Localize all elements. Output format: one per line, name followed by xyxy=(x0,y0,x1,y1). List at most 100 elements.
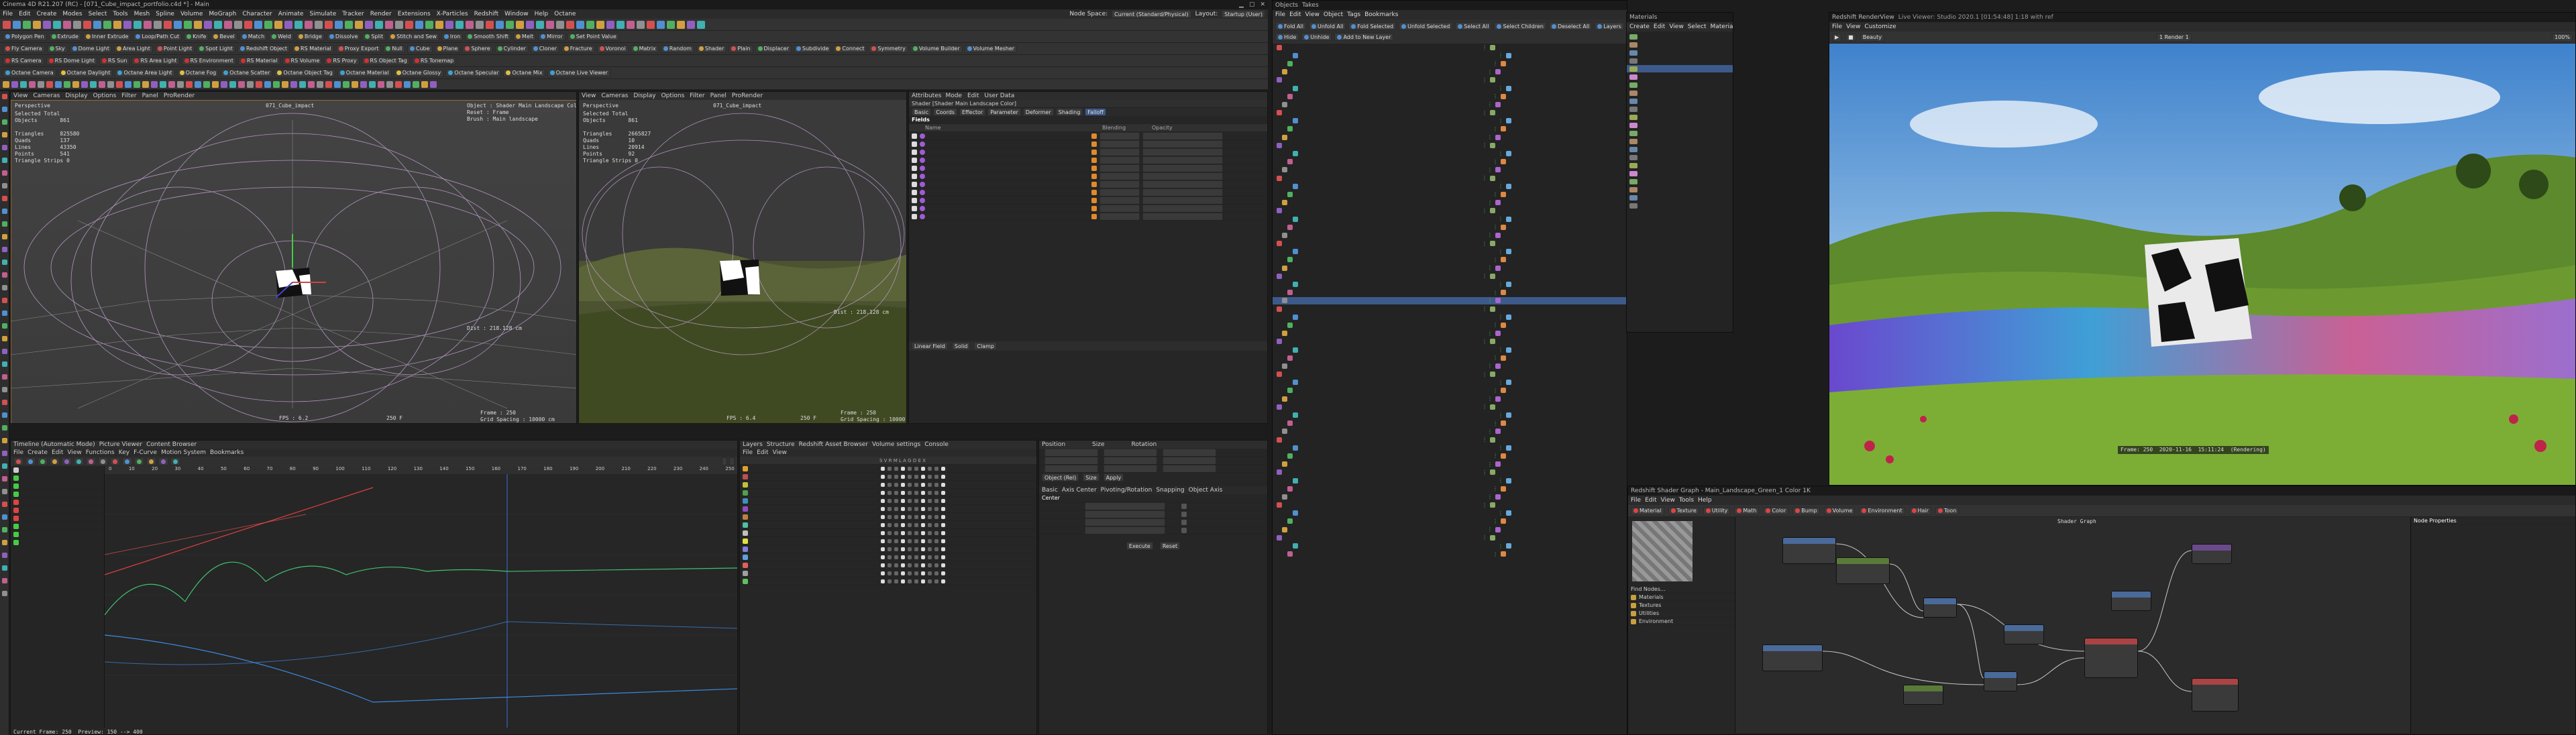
find-nodes[interactable]: Find Nodes... xyxy=(1628,585,1735,593)
field-opacity-input[interactable] xyxy=(1142,180,1223,188)
c4d-menu-item-14[interactable]: Render xyxy=(370,11,392,17)
redshift-button[interactable]: RS Area Light xyxy=(131,56,180,65)
objects-menu-item-5[interactable]: Bookmarks xyxy=(1364,11,1398,18)
modeling-button[interactable]: Extrude xyxy=(48,32,81,41)
object-row[interactable]: ⋮ xyxy=(1273,199,1627,207)
visibility-icon[interactable]: ⋮ xyxy=(1487,265,1493,271)
timeline-tab-2[interactable]: Content Browser xyxy=(146,441,197,448)
object-tag-icon[interactable] xyxy=(1501,355,1506,361)
materials-menu-item-0[interactable]: Create xyxy=(1629,23,1650,30)
object-tag-icon[interactable] xyxy=(1495,331,1501,337)
shader-graph-tab[interactable]: Material xyxy=(1631,506,1664,515)
apply-button[interactable]: Apply xyxy=(1103,473,1124,482)
timeline-tab-0[interactable]: Timeline (Automatic Mode) xyxy=(13,441,95,448)
toolbar-tool-icon[interactable] xyxy=(596,20,604,29)
toolbar-tool-icon[interactable] xyxy=(73,20,81,29)
layer-toggle-icon[interactable] xyxy=(894,579,898,583)
layer-toggle-icon[interactable] xyxy=(881,514,885,519)
layer-toggle-icon[interactable] xyxy=(888,514,892,519)
material-row[interactable] xyxy=(1627,113,1733,121)
visibility-icon[interactable]: ⋮ xyxy=(1487,526,1493,532)
layer-toggle-icon[interactable] xyxy=(901,571,905,575)
layer-toggle-icon[interactable] xyxy=(894,466,898,471)
field-opacity-input[interactable] xyxy=(1142,213,1223,220)
visibility-icon[interactable]: ⋮ xyxy=(1487,167,1493,173)
timeline-tool-button[interactable] xyxy=(86,457,96,465)
layer-toggle-icon[interactable] xyxy=(941,490,945,495)
layer-toggle-icon[interactable] xyxy=(941,563,945,567)
object-tag-icon[interactable] xyxy=(1506,445,1511,451)
visibility-icon[interactable]: ⋮ xyxy=(1493,322,1498,328)
layer-toggle-icon[interactable] xyxy=(921,514,925,519)
timeline-tool-button[interactable] xyxy=(25,457,36,465)
object-row[interactable]: ⋮ xyxy=(1273,158,1627,166)
secondary-tool-icon[interactable] xyxy=(107,80,114,88)
secondary-tool-icon[interactable] xyxy=(221,80,227,88)
object-row[interactable]: ⋮ xyxy=(1273,117,1627,125)
object-row[interactable]: ⋮ xyxy=(1273,182,1627,191)
field-opacity-input[interactable] xyxy=(1142,172,1223,180)
material-row[interactable] xyxy=(1627,186,1733,194)
layer-toggle-icon[interactable] xyxy=(928,530,932,535)
modeling-button[interactable]: Loop/Path Cut xyxy=(133,32,182,41)
field-row[interactable] xyxy=(909,164,1267,172)
toolbar-tool-icon[interactable] xyxy=(476,20,484,29)
layer-toggle-icon[interactable] xyxy=(894,482,898,487)
object-row[interactable]: ⋮ xyxy=(1273,469,1627,477)
field-blending-select[interactable] xyxy=(1099,205,1140,212)
object-tag-icon[interactable] xyxy=(1501,60,1506,66)
c4d-menu-item-10[interactable]: Character xyxy=(242,11,272,17)
layer-toggle-icon[interactable] xyxy=(941,522,945,527)
layer-toggle-icon[interactable] xyxy=(888,571,892,575)
toolbar-tool-icon[interactable] xyxy=(435,20,443,29)
material-row[interactable] xyxy=(1627,81,1733,89)
object-tag-icon[interactable] xyxy=(1501,420,1506,427)
object-row[interactable]: ⋮ xyxy=(1273,477,1627,486)
coordinate-size-select[interactable]: Size xyxy=(1083,473,1099,482)
field-blending-select[interactable] xyxy=(1099,148,1140,156)
layer-toggle-icon[interactable] xyxy=(941,555,945,559)
objects-toolbar-button[interactable]: Unhide xyxy=(1301,33,1332,41)
visibility-icon[interactable]: ⋮ xyxy=(1498,151,1503,157)
toolbar-tool-icon[interactable] xyxy=(194,20,202,29)
modeling-button[interactable]: Smooth Shift xyxy=(465,32,511,41)
viewport-left-menu-item-1[interactable]: Cameras xyxy=(33,93,60,99)
checkbox-icon[interactable] xyxy=(912,173,917,179)
layer-toggle-icon[interactable] xyxy=(914,563,918,567)
material-row[interactable] xyxy=(1627,154,1733,162)
side-tool-icon[interactable] xyxy=(2,119,7,125)
create-button[interactable]: Subdivide xyxy=(793,44,832,53)
toolbar-tool-icon[interactable] xyxy=(154,20,162,29)
toolbar-tool-icon[interactable] xyxy=(204,20,212,29)
object-row[interactable]: ⋮ xyxy=(1273,526,1627,534)
maximize-icon[interactable]: ▢ xyxy=(1249,1,1255,8)
material-row[interactable] xyxy=(1627,105,1733,113)
material-row[interactable] xyxy=(1627,121,1733,129)
layer-toggle-icon[interactable] xyxy=(888,482,892,487)
timeline-menu-item-2[interactable]: Edit xyxy=(52,449,63,456)
layers-tab-4[interactable]: Console xyxy=(924,441,949,448)
object-tag-icon[interactable] xyxy=(1490,142,1495,148)
create-button[interactable]: Sky xyxy=(46,44,68,53)
field-opacity-input[interactable] xyxy=(1142,132,1223,139)
shader-node[interactable] xyxy=(1762,644,1823,671)
objects-menu-item-1[interactable]: Edit xyxy=(1289,11,1301,18)
object-row[interactable]: ⋮ xyxy=(1273,264,1627,273)
object-tag-icon[interactable] xyxy=(1506,85,1511,91)
field-blending-select[interactable] xyxy=(1099,164,1140,172)
material-row[interactable] xyxy=(1627,178,1733,186)
visibility-icon[interactable]: ⋮ xyxy=(1498,314,1503,320)
secondary-tool-icon[interactable] xyxy=(151,80,158,88)
field-opacity-input[interactable] xyxy=(1142,148,1223,156)
object-row[interactable]: ⋮ xyxy=(1273,551,1627,559)
create-button[interactable]: RS Material xyxy=(292,44,334,53)
checkbox-icon[interactable] xyxy=(1181,511,1187,517)
layer-toggle-icon[interactable] xyxy=(928,514,932,519)
create-button[interactable]: Displacer xyxy=(755,44,792,53)
object-tag-icon[interactable] xyxy=(1501,93,1506,99)
layer-toggle-icon[interactable] xyxy=(894,530,898,535)
toolbar-tool-icon[interactable] xyxy=(83,20,91,29)
object-row[interactable]: ⋮ xyxy=(1273,428,1627,436)
side-tool-icon[interactable] xyxy=(2,502,7,507)
layer-toggle-icon[interactable] xyxy=(888,579,892,583)
